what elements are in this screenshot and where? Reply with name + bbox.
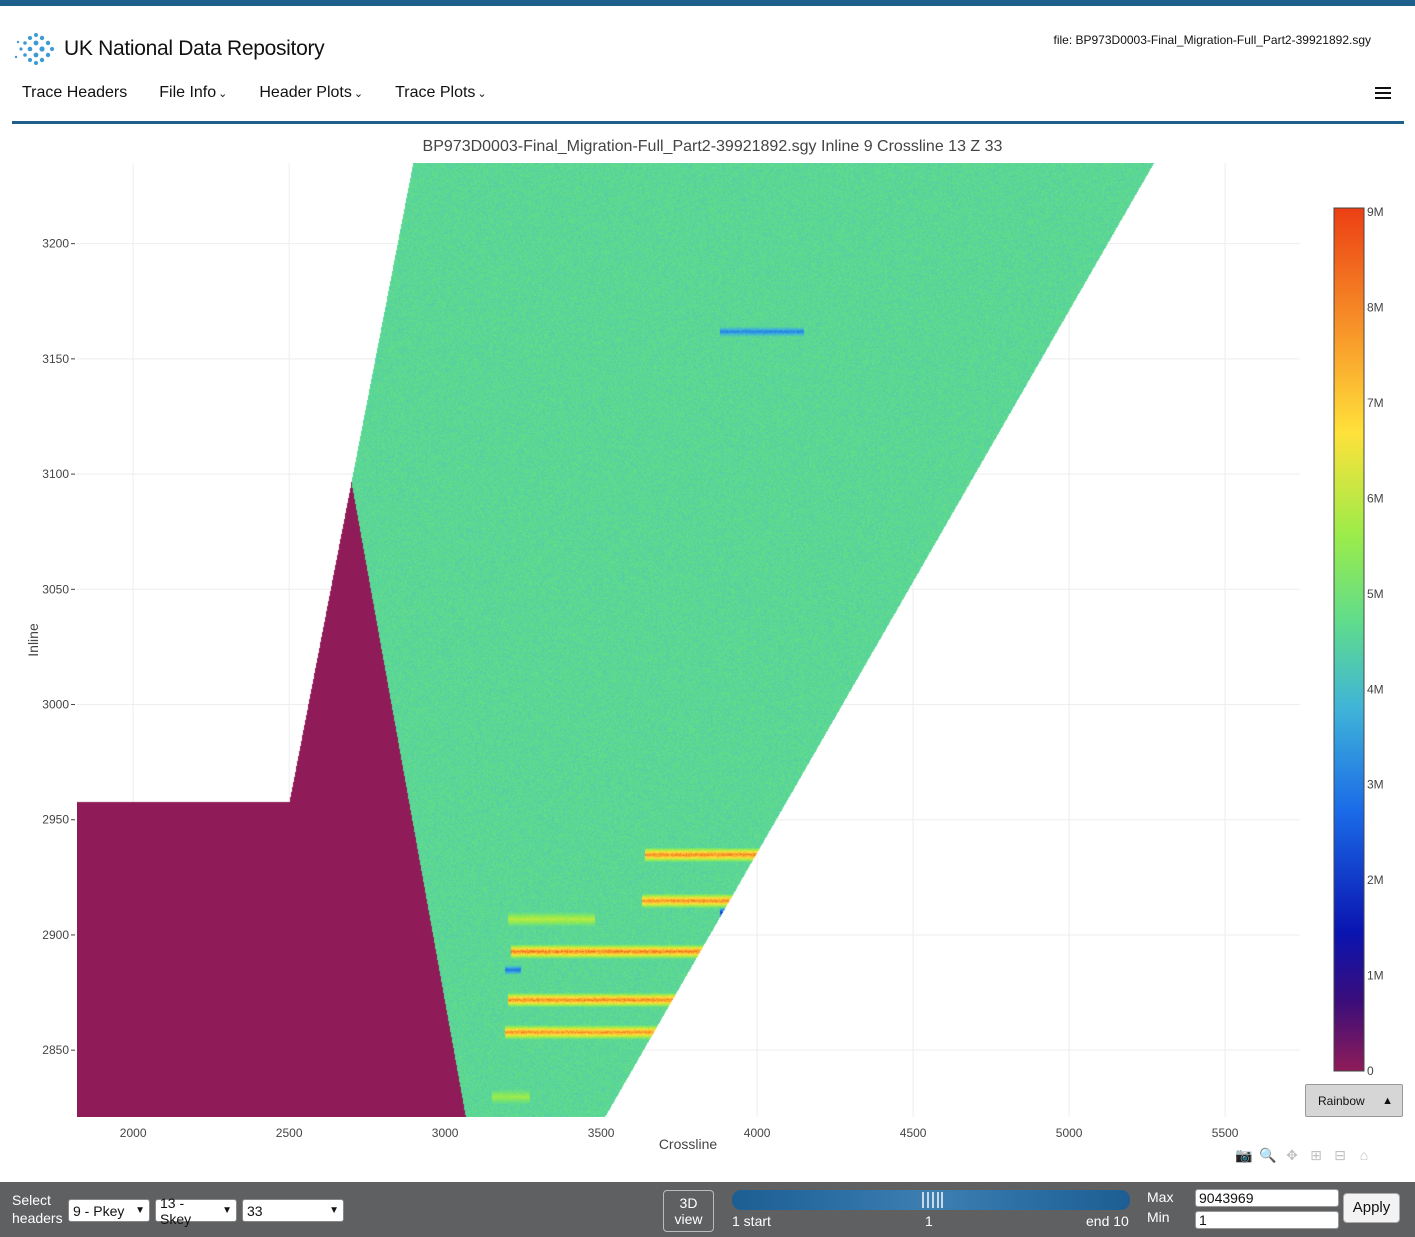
colorbar-tick-label: 1M xyxy=(1367,969,1384,983)
select-label-line: Select xyxy=(12,1192,51,1208)
y-tick-label: 3200 xyxy=(42,237,69,251)
skey-value: 13 - Skey xyxy=(160,1194,192,1227)
slice-slider[interactable] xyxy=(732,1190,1130,1210)
zoom-icon[interactable]: 🔍 xyxy=(1259,1147,1277,1163)
select-label-line: headers xyxy=(12,1210,63,1226)
chevron-down-icon: ▼ xyxy=(329,1205,339,1216)
x-tick-label: 5000 xyxy=(1056,1126,1083,1140)
colorscale-label: Rainbow xyxy=(1318,1093,1365,1108)
colorbar-tick-label: 7M xyxy=(1367,396,1384,410)
pkey-value: 9 - Pkey xyxy=(73,1202,125,1219)
nav-trace-headers[interactable]: Trace Headers xyxy=(12,82,137,104)
pkey-select[interactable]: 9 - Pkey ▼ xyxy=(68,1199,150,1222)
z-value: 33 xyxy=(247,1202,263,1219)
logo-icon xyxy=(14,33,54,65)
triangle-up-icon: ▲ xyxy=(1382,1094,1393,1107)
slider-current-label: 1 xyxy=(925,1213,933,1229)
y-tick-label: 2850 xyxy=(42,1043,69,1057)
x-axis-title: Crossline xyxy=(659,1136,718,1152)
heatmap-plot[interactable]: 2000 2500 3000 3500 4000 4500 5000 5500 2850 290… xyxy=(0,155,1415,1160)
file-name-label: file: BP973D0003-Final_Migration-Full_Pa… xyxy=(1053,33,1371,47)
colorbar-tick-label: 4M xyxy=(1367,682,1384,696)
slider-start-label: 1 start xyxy=(732,1213,771,1229)
z-select[interactable]: 33 ▼ xyxy=(242,1199,344,1222)
colorbar-tick-label: 2M xyxy=(1367,873,1384,887)
chart-title: BP973D0003-Final_Migration-Full_Part2-39… xyxy=(422,138,1003,155)
colorbar-tick-label: 0 xyxy=(1367,1064,1374,1078)
x-tick-label: 2500 xyxy=(276,1126,303,1140)
colorbar-ticks: 0 1M 2M 3M 4M 5M 6M 7M 8M 9M xyxy=(1367,205,1384,1078)
skey-select[interactable]: 13 - Skey ▼ xyxy=(155,1195,237,1227)
y-tick-label: 3050 xyxy=(42,582,69,596)
slider-end-label: end 10 xyxy=(1086,1213,1129,1229)
nav-trace-plots[interactable]: Trace Plots ⌄ xyxy=(385,82,497,104)
3d-view-label: view xyxy=(674,1211,703,1227)
slider-handle[interactable] xyxy=(937,1192,939,1208)
x-tick-label: 4500 xyxy=(900,1126,927,1140)
hamburger-menu-icon[interactable] xyxy=(1375,87,1391,101)
chevron-down-icon: ⌄ xyxy=(477,88,487,100)
colorbar-tick-label: 5M xyxy=(1367,587,1384,601)
camera-icon[interactable]: 📷 xyxy=(1235,1147,1253,1163)
top-accent-bar xyxy=(0,0,1415,6)
nav-label: File Info xyxy=(159,84,217,101)
y-tick-label: 2950 xyxy=(42,813,69,827)
x-tick-label: 2000 xyxy=(120,1126,147,1140)
main-nav: Trace Headers File Info ⌄ Header Plots ⌄ T… xyxy=(12,82,509,104)
nav-label: Trace Plots xyxy=(395,84,476,101)
chevron-down-icon: ▼ xyxy=(135,1205,145,1216)
colorbar xyxy=(1333,207,1365,1072)
y-tick-label: 3100 xyxy=(42,467,69,481)
nav-divider xyxy=(12,121,1404,124)
x-tick-label: 3500 xyxy=(588,1126,615,1140)
slider-handle[interactable] xyxy=(922,1192,924,1208)
nav-label: Trace Headers xyxy=(22,84,128,101)
colorbar-tick-label: 3M xyxy=(1367,778,1384,792)
colorscale-dropdown[interactable]: Rainbow ▲ xyxy=(1305,1084,1403,1117)
slider-handle[interactable] xyxy=(941,1192,943,1208)
slider-handle[interactable] xyxy=(927,1192,929,1208)
y-axis: 2850 2900 2950 3000 3050 3100 3150 3200 xyxy=(42,237,75,1057)
nav-file-info[interactable]: File Info ⌄ xyxy=(149,82,237,104)
3d-view-button[interactable]: 3D view xyxy=(663,1190,714,1232)
y-tick-label: 3000 xyxy=(42,698,69,712)
y-axis-title: Inline xyxy=(25,623,41,657)
zoom-out-icon[interactable]: ⊟ xyxy=(1331,1147,1349,1163)
x-tick-label: 5500 xyxy=(1212,1126,1239,1140)
pan-icon[interactable]: ✥ xyxy=(1283,1147,1301,1163)
chevron-down-icon: ⌄ xyxy=(218,88,228,100)
min-input[interactable]: 1 xyxy=(1195,1211,1339,1229)
logo-text: UK National Data Repository xyxy=(64,37,325,60)
colorbar-tick-label: 8M xyxy=(1367,301,1384,315)
zoom-in-icon[interactable]: ⊞ xyxy=(1307,1147,1325,1163)
y-tick-label: 2900 xyxy=(42,928,69,942)
home-icon[interactable]: ⌂ xyxy=(1355,1147,1373,1163)
x-tick-label: 4000 xyxy=(744,1126,771,1140)
colorbar-tick-label: 9M xyxy=(1367,205,1384,219)
3d-view-label: 3D xyxy=(679,1195,698,1211)
select-headers-label: Select headers xyxy=(12,1191,63,1227)
x-tick-label: 3000 xyxy=(432,1126,459,1140)
max-input[interactable]: 9043969 xyxy=(1195,1189,1339,1207)
plot-modebar: 📷 🔍 ✥ ⊞ ⊟ ⌂ xyxy=(1235,1147,1373,1163)
heatmap-canvas-wrap xyxy=(77,163,1300,1117)
slider-handle[interactable] xyxy=(932,1192,934,1208)
y-tick-label: 3150 xyxy=(42,352,69,366)
chevron-down-icon: ⌄ xyxy=(353,88,364,100)
min-label: Min xyxy=(1147,1209,1170,1225)
nav-label: Header Plots xyxy=(259,84,352,101)
colorbar-tick-label: 6M xyxy=(1367,491,1384,505)
max-label: Max xyxy=(1147,1189,1174,1205)
chevron-down-icon: ▼ xyxy=(222,1205,232,1216)
apply-button[interactable]: Apply xyxy=(1343,1193,1400,1223)
footer-toolbar: Select headers 9 - Pkey ▼ 13 - Skey ▼ 33 ▼ … xyxy=(0,1182,1415,1237)
nav-header-plots[interactable]: Header Plots ⌄ xyxy=(249,82,373,104)
logo[interactable]: UK National Data Repository xyxy=(12,30,325,68)
